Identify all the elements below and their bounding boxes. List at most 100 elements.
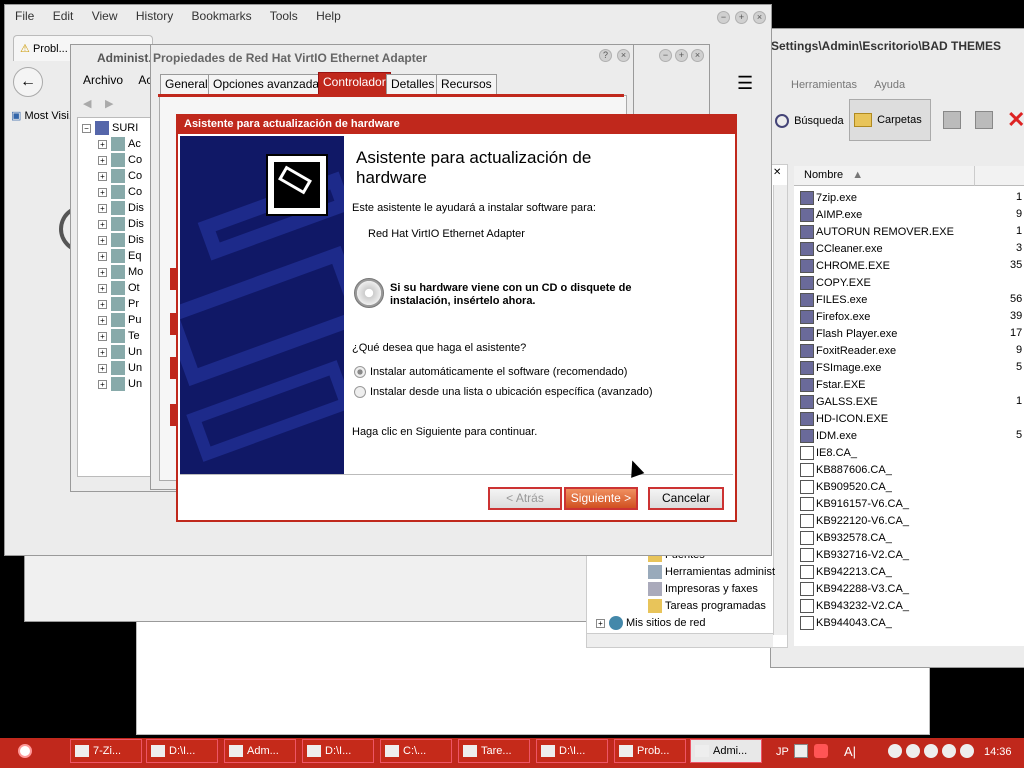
menu-tools[interactable]: Tools [270,9,298,23]
device-category[interactable]: + Dis [98,217,144,231]
close-button[interactable]: × [691,49,704,62]
tray-icon-5[interactable] [960,744,974,758]
device-category[interactable]: + Co [98,185,142,199]
ime-icon[interactable]: A| [844,744,856,759]
close-icon[interactable]: ✕ [773,167,781,178]
tray-icon-3[interactable] [924,744,938,758]
file-item[interactable]: KB944043.CA_ [800,616,892,630]
start-button[interactable] [4,740,56,764]
minimize-button[interactable]: − [659,49,672,62]
folders-button[interactable]: Carpetas [849,99,931,141]
tree-root[interactable]: − SURI [82,121,138,135]
file-item[interactable]: KB943232-V2.CA_ [800,599,909,613]
file-item[interactable]: KB909520.CA_ [800,480,892,494]
device-category[interactable]: + Pu [98,313,141,327]
back-arrow-icon[interactable]: ◀ [83,97,91,110]
tree-item-tareas[interactable]: Tareas programadas [648,599,766,613]
file-item[interactable]: COPY.EXE [800,276,871,290]
file-item[interactable]: FoxitReader.exe [800,344,896,358]
close-button[interactable]: × [753,11,766,24]
taskbar-button[interactable]: Admi... [690,739,762,763]
file-item[interactable]: Firefox.exe [800,310,870,324]
taskbar-button[interactable]: Tare... [458,739,530,763]
file-item[interactable]: KB932578.CA_ [800,531,892,545]
device-category[interactable]: + Mo [98,265,143,279]
device-category[interactable]: + Dis [98,201,144,215]
forward-arrow-icon[interactable]: ▶ [105,97,113,110]
taskbar-button[interactable]: D:\I... [536,739,608,763]
taskbar-button[interactable]: D:\I... [302,739,374,763]
menu-herramientas[interactable]: Herramientas [791,79,857,91]
file-item[interactable]: CCleaner.exe [800,242,883,256]
maximize-button[interactable]: + [675,49,688,62]
device-category[interactable]: + Eq [98,249,141,263]
file-item[interactable]: KB887606.CA_ [800,463,892,477]
menu-edit[interactable]: Edit [53,9,74,23]
device-category[interactable]: + Un [98,377,142,391]
menu-ayuda[interactable]: Ayuda [874,79,905,91]
move-to-icon[interactable] [943,111,961,129]
firefox-hscroll[interactable] [29,603,589,617]
file-item[interactable]: AIMP.exe [800,208,862,222]
taskbar-button[interactable]: Prob... [614,739,686,763]
menu-bookmarks[interactable]: Bookmarks [192,9,252,23]
menu-history[interactable]: History [136,9,173,23]
device-category[interactable]: + Ot [98,281,140,295]
file-item[interactable]: AUTORUN REMOVER.EXE [800,225,954,239]
tab-opciones-avanzadas[interactable]: Opciones avanzadas [208,74,331,94]
device-category[interactable]: + Pr [98,297,139,311]
copy-to-icon[interactable] [975,111,993,129]
back-button[interactable]: < Atrás [488,487,562,510]
file-item[interactable]: FSImage.exe [800,361,881,375]
tree-item-mis-sitios[interactable]: + Mis sitios de red [596,616,705,630]
minimize-button[interactable]: − [717,11,730,24]
file-item[interactable]: IE8.CA_ [800,446,857,460]
file-item[interactable]: KB922120-V6.CA_ [800,514,909,528]
delete-icon[interactable]: ✕ [1007,107,1024,133]
tray-icon-2[interactable] [906,744,920,758]
menu-file[interactable]: File [15,9,34,23]
tray-icon-1[interactable] [888,744,902,758]
device-category[interactable]: + Co [98,169,142,183]
column-header-name[interactable]: Nombre ▲ [794,166,974,186]
tray-icon-4[interactable] [942,744,956,758]
tree-item-impresoras[interactable]: Impresoras y faxes [648,582,758,596]
file-item[interactable]: HD-ICON.EXE [800,412,888,426]
file-item[interactable]: GALSS.EXE [800,395,878,409]
taskbar-button[interactable]: C:\... [380,739,452,763]
hamburger-menu-icon[interactable]: ☰ [737,73,753,94]
network-icon[interactable] [814,744,828,758]
menu-help[interactable]: Help [316,9,341,23]
file-item[interactable]: CHROME.EXE [800,259,890,273]
menu-view[interactable]: View [92,9,118,23]
help-button[interactable]: ? [599,49,612,62]
tree-hscroll[interactable] [587,633,773,647]
keyboard-icon[interactable] [794,744,808,758]
device-category[interactable]: + Dis [98,233,144,247]
device-category[interactable]: + Co [98,153,142,167]
next-button[interactable]: Siguiente > [564,487,638,510]
file-item[interactable]: Flash Player.exe [800,327,897,341]
file-item[interactable]: IDM.exe [800,429,857,443]
menu-archivo[interactable]: Archivo [83,73,123,87]
taskbar-button[interactable]: D:\I... [146,739,218,763]
device-category[interactable]: + Te [98,329,140,343]
taskbar-button[interactable]: Adm... [224,739,296,763]
file-item[interactable]: KB916157-V6.CA_ [800,497,909,511]
tree-scrollbar[interactable] [773,185,787,635]
file-item[interactable]: Fstar.EXE [800,378,866,392]
tab-general[interactable]: General [160,74,213,94]
tree-item-herramientas[interactable]: Herramientas administ [648,565,775,579]
tab-controlador[interactable]: Controlador [318,72,391,94]
file-item[interactable]: KB942288-V3.CA_ [800,582,909,596]
close-button[interactable]: × [617,49,630,62]
taskbar-button[interactable]: 7-Zi... [70,739,142,763]
radio-manual[interactable]: Instalar desde una lista o ubicación esp… [354,386,653,399]
tab-detalles[interactable]: Detalles [386,74,440,94]
maximize-button[interactable]: + [735,11,748,24]
radio-auto[interactable]: Instalar automáticamente el software (re… [354,366,627,379]
file-item[interactable]: KB932716-V2.CA_ [800,548,909,562]
device-category[interactable]: + Un [98,361,142,375]
file-item[interactable]: FILES.exe [800,293,867,307]
device-category[interactable]: + Un [98,345,142,359]
